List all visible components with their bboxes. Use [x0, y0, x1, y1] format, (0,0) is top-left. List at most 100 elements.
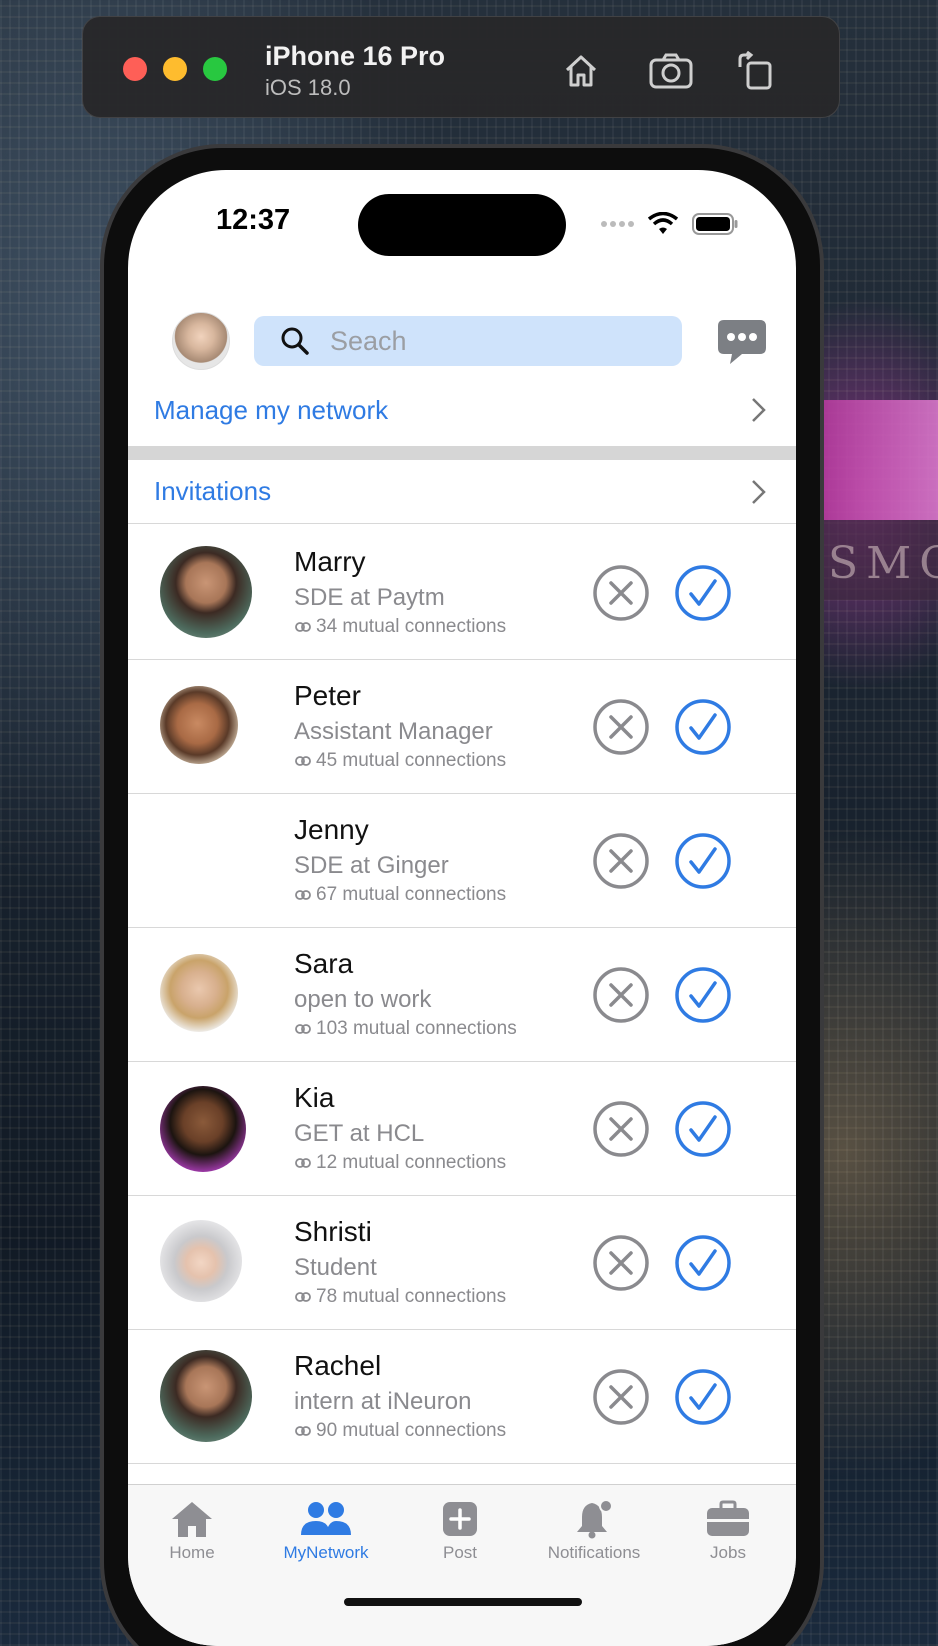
invitation-name[interactable]: Jenny: [294, 814, 369, 846]
mutual-connections-text: 34 mutual connections: [316, 616, 507, 637]
zoom-window-button[interactable]: [203, 57, 227, 81]
avatar[interactable]: [160, 954, 238, 1032]
invitation-title: open to work: [294, 986, 432, 1013]
tab-post-label: Post: [442, 1543, 478, 1562]
section-divider: [128, 446, 796, 460]
avatar[interactable]: [160, 686, 238, 764]
invitation-title: SDE at Paytm: [294, 584, 445, 611]
decline-icon: [593, 1369, 649, 1425]
decline-button[interactable]: [592, 1100, 650, 1158]
invitation-title: SDE at Ginger: [294, 852, 449, 879]
search-input[interactable]: [328, 324, 662, 358]
invitation-list: Marry SDE at Paytm 34 mutual connections…: [128, 526, 796, 1464]
tab-bar: Home MyNetwork Post Notifications Jobs: [128, 1484, 796, 1646]
decline-button[interactable]: [592, 698, 650, 756]
invitation-title: intern at iNeuron: [294, 1388, 472, 1415]
manage-network-row[interactable]: Manage my network: [128, 378, 796, 442]
wallpaper-neon-sign: [820, 400, 938, 520]
minimize-window-button[interactable]: [163, 57, 187, 81]
decline-button[interactable]: [592, 966, 650, 1024]
invitation-title: GET at HCL: [294, 1120, 425, 1147]
mutual-connections: 67 mutual connections: [294, 884, 506, 906]
mutual-connections: 12 mutual connections: [294, 1152, 506, 1174]
mutual-connections-text: 103 mutual connections: [316, 1018, 517, 1039]
bell-icon: [577, 1499, 613, 1539]
invitation-name[interactable]: Kia: [294, 1082, 334, 1114]
wifi-icon: [648, 212, 678, 234]
tab-home[interactable]: Home: [132, 1499, 252, 1563]
accept-button[interactable]: [674, 966, 732, 1024]
decline-button[interactable]: [592, 564, 650, 622]
accept-button[interactable]: [674, 698, 732, 756]
simulator-device-name: iPhone 16 Pro: [265, 41, 446, 71]
tab-jobs[interactable]: Jobs: [668, 1499, 788, 1563]
tab-mynetwork[interactable]: MyNetwork: [266, 1499, 386, 1563]
manage-network-label: Manage my network: [154, 394, 389, 425]
invitation-title: Assistant Manager: [294, 718, 493, 745]
rotate-icon[interactable]: [731, 47, 779, 95]
mutual-connections-icon: [295, 1024, 311, 1034]
tab-notifications[interactable]: Notifications: [534, 1499, 654, 1563]
cellular-signal-icon: [601, 221, 634, 227]
mutual-connections-text: 78 mutual connections: [316, 1286, 507, 1307]
invitations-row[interactable]: Invitations: [128, 460, 796, 524]
avatar[interactable]: [160, 814, 252, 906]
decline-button[interactable]: [592, 1368, 650, 1426]
plus-square-icon: [443, 1502, 477, 1536]
mutual-connections-text: 45 mutual connections: [316, 750, 507, 771]
decline-button[interactable]: [592, 832, 650, 890]
invitation-row: Jenny SDE at Ginger 67 mutual connection…: [128, 794, 796, 928]
screenshot-icon[interactable]: [647, 47, 695, 95]
invitation-row: Shristi Student 78 mutual connections: [128, 1196, 796, 1330]
invitations-label: Invitations: [154, 476, 272, 506]
mutual-connections-icon: [295, 756, 311, 766]
tab-jobs-label: Jobs: [710, 1543, 746, 1562]
invitation-name[interactable]: Shristi: [294, 1216, 372, 1248]
accept-icon: [675, 1369, 731, 1425]
phone-screen: 12:37 Manage my network Invitations Marr…: [128, 170, 796, 1646]
close-window-button[interactable]: [123, 57, 147, 81]
home-icon: [172, 1502, 212, 1537]
avatar[interactable]: [160, 1220, 242, 1302]
decline-icon: [593, 699, 649, 755]
mutual-connections-icon: [295, 622, 311, 632]
mutual-connections-text: 12 mutual connections: [316, 1152, 507, 1173]
profile-avatar[interactable]: [172, 312, 230, 370]
tab-mynetwork-label: MyNetwork: [283, 1543, 369, 1562]
avatar[interactable]: [160, 1350, 252, 1442]
accept-icon: [675, 1101, 731, 1157]
avatar[interactable]: [160, 546, 252, 638]
status-time: 12:37: [216, 204, 291, 236]
invitation-name[interactable]: Peter: [294, 680, 361, 712]
invitation-row: Sara open to work 103 mutual connections: [128, 928, 796, 1062]
accept-button[interactable]: [674, 564, 732, 622]
invitation-name[interactable]: Rachel: [294, 1350, 381, 1382]
search-bar[interactable]: [254, 316, 682, 366]
decline-icon: [593, 1101, 649, 1157]
messages-icon[interactable]: [716, 318, 768, 368]
accept-icon: [675, 967, 731, 1023]
home-icon[interactable]: [557, 47, 605, 95]
accept-button[interactable]: [674, 1368, 732, 1426]
status-indicators: [600, 212, 738, 236]
decline-button[interactable]: [592, 1234, 650, 1292]
accept-icon: [675, 833, 731, 889]
mutual-connections: 103 mutual connections: [294, 1018, 517, 1040]
simulator-title-bar: iPhone 16 Pro iOS 18.0: [82, 16, 840, 118]
mutual-connections-icon: [295, 1426, 311, 1436]
tab-post[interactable]: Post: [400, 1499, 520, 1563]
decline-icon: [593, 967, 649, 1023]
invitation-name[interactable]: Sara: [294, 948, 353, 980]
briefcase-icon: [707, 1500, 749, 1536]
accept-icon: [675, 1235, 731, 1291]
mutual-connections: 34 mutual connections: [294, 616, 506, 638]
wallpaper-sign-letters: SMC: [828, 538, 938, 589]
avatar[interactable]: [160, 1086, 246, 1172]
accept-button[interactable]: [674, 1234, 732, 1292]
home-indicator: [344, 1598, 582, 1606]
accept-button[interactable]: [674, 832, 732, 890]
invitation-row: Peter Assistant Manager 45 mutual connec…: [128, 660, 796, 794]
mutual-connections-text: 90 mutual connections: [316, 1420, 507, 1441]
invitation-name[interactable]: Marry: [294, 546, 366, 578]
accept-button[interactable]: [674, 1100, 732, 1158]
